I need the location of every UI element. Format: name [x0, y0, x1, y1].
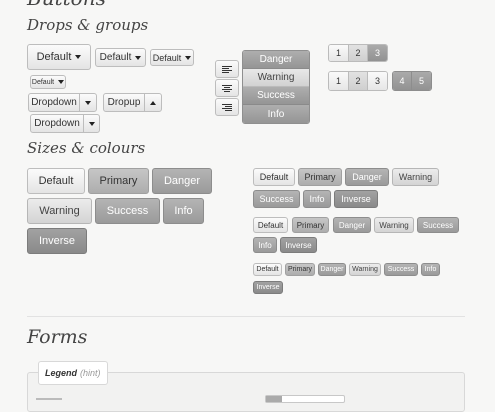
- mini-danger-button[interactable]: Danger: [318, 263, 346, 276]
- pager-2-page-3[interactable]: 3: [368, 72, 387, 90]
- large-primary-button[interactable]: Primary: [88, 168, 149, 194]
- mini-inverse-button[interactable]: Inverse: [253, 281, 283, 294]
- legend-hint: (hint): [80, 368, 101, 378]
- caret-down-icon: [185, 55, 192, 60]
- small-danger-button[interactable]: Danger: [333, 217, 371, 233]
- caret-down-icon: [85, 100, 91, 105]
- mini-info-button[interactable]: Info: [421, 263, 440, 276]
- medium-primary-button[interactable]: Primary: [298, 168, 342, 186]
- caret-down-icon: [135, 55, 142, 60]
- sizes-heading: Sizes & colours: [27, 139, 146, 157]
- caret-down-icon: [58, 80, 65, 84]
- align-left-button[interactable]: [215, 60, 239, 78]
- default-dropdown-medium[interactable]: Default: [95, 48, 146, 67]
- form-legend: Legend (hint): [38, 361, 108, 385]
- drops-heading: Drops & groups: [27, 16, 149, 34]
- forms-heading: Forms: [27, 326, 88, 348]
- align-left-icon: [222, 65, 232, 67]
- dropup-split-toggle[interactable]: [144, 93, 162, 112]
- medium-danger-button[interactable]: Danger: [345, 168, 389, 186]
- dropdown-split-button-2[interactable]: Dropdown: [30, 114, 84, 133]
- small-primary-button[interactable]: Primary: [292, 217, 329, 233]
- medium-success-button[interactable]: Success: [253, 190, 300, 208]
- pager-2-page-4[interactable]: 4: [393, 72, 412, 90]
- stack-success-button[interactable]: Success: [243, 87, 309, 105]
- pager-1-page-2[interactable]: 2: [349, 45, 368, 61]
- large-info-button[interactable]: Info: [163, 198, 204, 224]
- page-title: Buttons: [27, 0, 106, 10]
- stack-info-button[interactable]: Info: [243, 105, 309, 123]
- dropdown-split-toggle-2[interactable]: [83, 114, 100, 133]
- dropup-split-button[interactable]: Dropup: [103, 93, 145, 112]
- large-success-button[interactable]: Success: [95, 198, 160, 224]
- medium-info-button[interactable]: Info: [303, 190, 331, 208]
- pager-1-page-3[interactable]: 3: [368, 45, 387, 61]
- align-right-button[interactable]: [215, 98, 239, 116]
- large-danger-button[interactable]: Danger: [152, 168, 212, 194]
- medium-inverse-button[interactable]: Inverse: [334, 190, 378, 208]
- default-label: Default: [36, 51, 72, 63]
- pager-group-3: 4 5: [392, 71, 432, 91]
- align-right-icon: [222, 103, 232, 105]
- mini-success-button[interactable]: Success: [384, 263, 418, 276]
- form-input-addon: [266, 396, 282, 402]
- medium-warning-button[interactable]: Warning: [392, 168, 439, 186]
- pager-2-page-2[interactable]: 2: [349, 72, 368, 90]
- medium-default-button[interactable]: Default: [253, 168, 295, 186]
- default-dropdown-mini[interactable]: Default: [30, 75, 66, 89]
- mini-primary-button[interactable]: Primary: [285, 263, 315, 276]
- stack-danger-button[interactable]: Danger: [243, 51, 309, 69]
- small-default-button[interactable]: Default: [253, 217, 288, 233]
- pager-2-page-1[interactable]: 1: [329, 72, 349, 90]
- caret-down-icon: [88, 121, 95, 126]
- small-success-button[interactable]: Success: [417, 217, 459, 233]
- pager-1-page-1[interactable]: 1: [329, 45, 349, 61]
- pager-2-page-5[interactable]: 5: [412, 72, 431, 90]
- small-inverse-button[interactable]: Inverse: [280, 237, 317, 253]
- small-warning-button[interactable]: Warning: [374, 217, 414, 233]
- dropdown-split-toggle[interactable]: [79, 93, 97, 112]
- section-divider: [27, 316, 465, 317]
- default-dropdown-small[interactable]: Default: [150, 49, 194, 66]
- default-label: Default: [31, 78, 55, 86]
- align-center-icon: [222, 84, 232, 86]
- stack-warning-button[interactable]: Warning: [243, 69, 309, 87]
- large-warning-button[interactable]: Warning: [27, 198, 92, 224]
- legend-text: Legend: [45, 368, 78, 378]
- vertical-button-group: Danger Warning Success Info: [242, 50, 310, 124]
- caret-down-icon: [75, 55, 82, 59]
- default-label: Default: [99, 52, 132, 63]
- large-default-button[interactable]: Default: [27, 168, 85, 194]
- default-label: Default: [152, 52, 182, 63]
- pager-group-1: 1 2 3: [328, 44, 388, 62]
- form-input[interactable]: [265, 395, 345, 403]
- small-info-button[interactable]: Info: [253, 237, 277, 253]
- pager-group-2: 1 2 3: [328, 71, 388, 91]
- default-dropdown-large[interactable]: Default: [27, 44, 91, 70]
- mini-default-button[interactable]: Default: [253, 263, 282, 276]
- dropdown-split-button[interactable]: Dropdown: [28, 93, 80, 112]
- large-inverse-button[interactable]: Inverse: [27, 228, 87, 254]
- align-center-button[interactable]: [215, 79, 239, 97]
- mini-warning-button[interactable]: Warning: [349, 263, 381, 276]
- caret-up-icon: [150, 100, 156, 105]
